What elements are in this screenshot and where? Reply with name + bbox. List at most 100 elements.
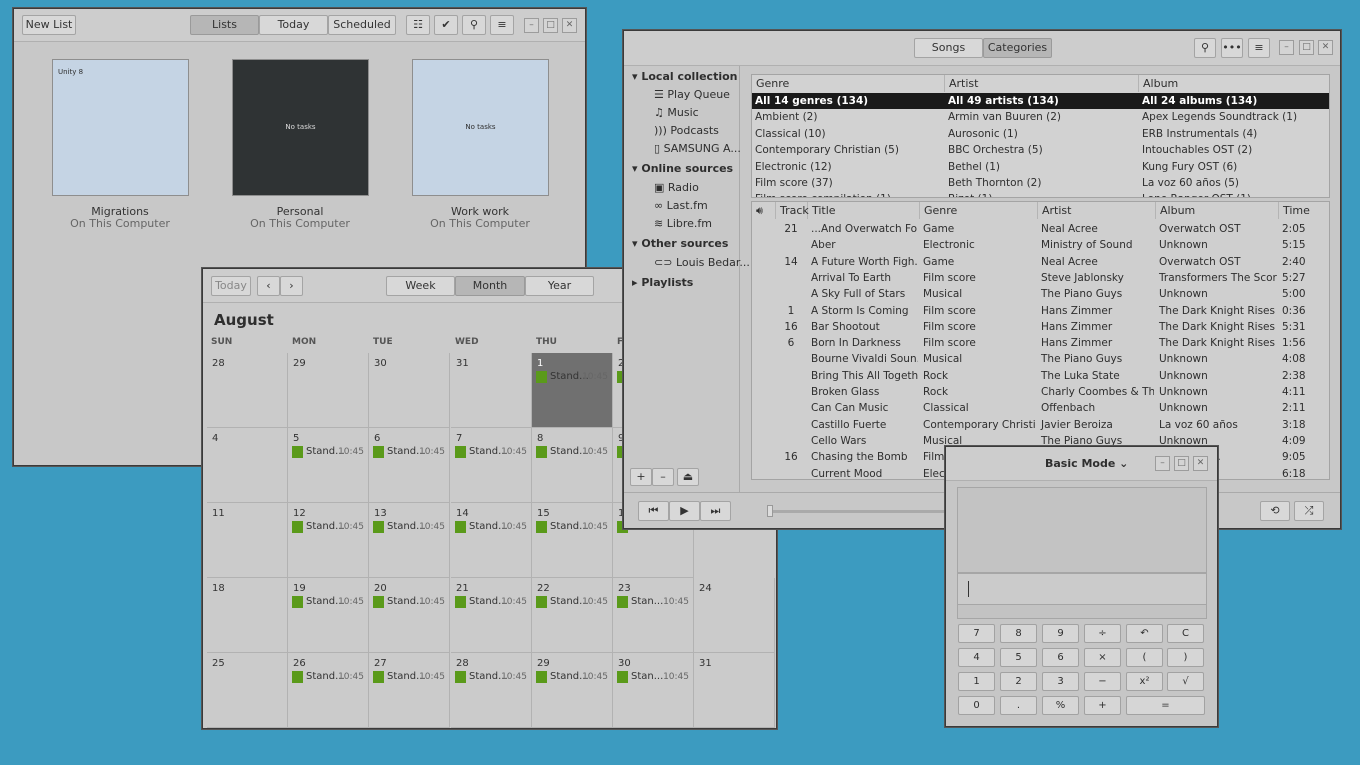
sidebar-local-collection[interactable]: ▾ Local collection bbox=[632, 70, 738, 83]
list-card-work[interactable]: No tasks bbox=[412, 59, 549, 196]
calc-key[interactable]: ↶ bbox=[1126, 624, 1163, 643]
event-chip[interactable]: Stand...10:45 bbox=[536, 521, 610, 533]
browser-item[interactable]: Aurosonic (1) bbox=[945, 126, 1139, 142]
event-chip[interactable]: Stand...10:45 bbox=[373, 671, 447, 683]
day-cell[interactable]: 24 bbox=[694, 578, 775, 653]
next-icon[interactable]: › bbox=[280, 276, 303, 296]
browser-item[interactable]: BBC Orchestra (5) bbox=[945, 142, 1139, 158]
table-row[interactable]: 14 A Future Worth Figh... Game Neal Acree Ov… bbox=[752, 254, 1329, 270]
add-icon[interactable]: + bbox=[630, 468, 652, 486]
browser-item[interactable]: Film score compilation (1) bbox=[752, 191, 945, 197]
calc-key[interactable]: 9 bbox=[1042, 624, 1079, 643]
day-cell[interactable]: 4 bbox=[207, 428, 288, 503]
volume-icon[interactable]: 🔊︎ bbox=[752, 202, 776, 219]
minimize-icon[interactable]: – bbox=[524, 18, 539, 33]
day-cell[interactable]: 13 Stand... 10:45 bbox=[369, 503, 450, 578]
header-time[interactable]: Time bbox=[1279, 202, 1329, 219]
today-button[interactable]: Today bbox=[211, 276, 251, 296]
day-cell[interactable]: 7 Stand... 10:45 bbox=[451, 428, 532, 503]
day-cell[interactable]: 6 Stand... 10:45 bbox=[369, 428, 450, 503]
browser-item[interactable]: Armin van Buuren (2) bbox=[945, 109, 1139, 125]
browser-item[interactable]: La voz 60 años (5) bbox=[1139, 175, 1329, 191]
table-row[interactable]: Broken Glass Rock Charly Coombes & Th... Un… bbox=[752, 384, 1329, 400]
minimize-icon[interactable]: – bbox=[1279, 40, 1294, 55]
calc-key[interactable]: 1 bbox=[958, 672, 995, 691]
event-chip[interactable]: Stand...10:45 bbox=[455, 596, 529, 608]
event-chip[interactable]: Stand...10:45 bbox=[292, 521, 366, 533]
table-row[interactable]: 21 ...And Overwatch Fo... Game Neal Acree Ov… bbox=[752, 221, 1329, 237]
browser-item[interactable]: Contemporary Christian (5) bbox=[752, 142, 945, 158]
tab-week[interactable]: Week bbox=[386, 276, 455, 296]
table-row[interactable]: Bourne Vivaldi Soun... Musical The Piano G… bbox=[752, 351, 1329, 367]
header-track[interactable]: Track bbox=[776, 202, 809, 219]
table-row[interactable]: Castillo Fuerte Contemporary Christian Jav… bbox=[752, 417, 1329, 433]
browser-item[interactable]: Lone Ranger OST (1) bbox=[1139, 191, 1329, 197]
expression-input[interactable] bbox=[957, 573, 1207, 605]
check-icon[interactable]: ✔ bbox=[434, 15, 458, 35]
maximize-icon[interactable]: □ bbox=[1299, 40, 1314, 55]
table-row[interactable]: Aber Electronic Ministry of Sound Unknown 5:… bbox=[752, 237, 1329, 253]
day-cell[interactable]: 5 Stand... 10:45 bbox=[288, 428, 369, 503]
tab-categories[interactable]: Categories bbox=[983, 38, 1052, 58]
day-cell[interactable]: 14 Stand... 10:45 bbox=[451, 503, 532, 578]
day-cell[interactable]: 29 Stand... 10:45 bbox=[532, 653, 613, 728]
event-chip[interactable]: Stand...10:45 bbox=[536, 596, 610, 608]
day-cell[interactable]: 19 Stand... 10:45 bbox=[288, 578, 369, 653]
tab-today[interactable]: Today bbox=[259, 15, 328, 35]
day-cell[interactable]: 29 bbox=[288, 353, 369, 428]
day-cell[interactable]: 28 Stand... 10:45 bbox=[451, 653, 532, 728]
browser-item[interactable]: Bizet (1) bbox=[945, 191, 1139, 197]
list-card-migrations[interactable]: Unity 8 bbox=[52, 59, 189, 196]
search-icon[interactable]: ⚲ bbox=[1194, 38, 1216, 58]
calc-key[interactable]: 4 bbox=[958, 648, 995, 667]
browser-item[interactable]: ERB Instrumentals (4) bbox=[1139, 126, 1329, 142]
calc-key[interactable]: ) bbox=[1167, 648, 1204, 667]
sidebar-item-music[interactable]: ♫ Music bbox=[654, 106, 699, 119]
table-row[interactable]: 16 Bar Shootout Film score Hans Zimmer The D… bbox=[752, 319, 1329, 335]
event-chip[interactable]: Stand...10:45 bbox=[536, 371, 610, 383]
header-album[interactable]: Album bbox=[1156, 202, 1279, 219]
table-row[interactable]: Can Can Music Classical Offenbach Unknown 2:… bbox=[752, 400, 1329, 416]
minimize-icon[interactable]: – bbox=[1155, 456, 1170, 471]
tab-lists[interactable]: Lists bbox=[190, 15, 259, 35]
event-chip[interactable]: Stan... 10:45 bbox=[617, 671, 691, 683]
calc-key[interactable]: 5 bbox=[1000, 648, 1037, 667]
menu-icon[interactable]: ≡ bbox=[490, 15, 514, 35]
maximize-icon[interactable]: □ bbox=[1174, 456, 1189, 471]
event-chip[interactable]: Stand...10:45 bbox=[373, 596, 447, 608]
day-cell[interactable]: 1 Stand...10:45 bbox=[532, 353, 613, 428]
more-icon[interactable]: ••• bbox=[1221, 38, 1243, 58]
day-cell[interactable]: 26 Stand... 10:45 bbox=[288, 653, 369, 728]
event-chip[interactable]: Stand...10:45 bbox=[455, 671, 529, 683]
event-chip[interactable]: Stand...10:45 bbox=[373, 521, 447, 533]
maximize-icon[interactable]: □ bbox=[543, 18, 558, 33]
header-artist[interactable]: Artist bbox=[1038, 202, 1156, 219]
list-card-personal[interactable]: No tasks bbox=[232, 59, 369, 196]
calc-key[interactable]: 7 bbox=[958, 624, 995, 643]
day-cell[interactable]: 21 Stand... 10:45 bbox=[451, 578, 532, 653]
browser-item[interactable]: Electronic (12) bbox=[752, 159, 945, 175]
table-row[interactable]: Arrival To Earth Film score Steve Jablonsk… bbox=[752, 270, 1329, 286]
calc-key[interactable]: + bbox=[1084, 696, 1121, 715]
browser-item[interactable]: Film score (37) bbox=[752, 175, 945, 191]
sidebar-online-sources[interactable]: ▾ Online sources bbox=[632, 162, 733, 175]
calc-key[interactable]: 8 bbox=[1000, 624, 1037, 643]
day-cell[interactable]: 23 Stan... 10:45 bbox=[613, 578, 694, 653]
mode-selector[interactable]: Basic Mode ⌄ bbox=[1045, 457, 1128, 470]
calc-key[interactable]: 3 bbox=[1042, 672, 1079, 691]
eject-icon[interactable]: ⏏ bbox=[677, 468, 699, 486]
calc-key[interactable]: 6 bbox=[1042, 648, 1079, 667]
header-artist[interactable]: Artist bbox=[945, 75, 1139, 92]
sidebar-playlists[interactable]: ▸ Playlists bbox=[632, 276, 693, 289]
browser-item[interactable]: Classical (10) bbox=[752, 126, 945, 142]
browser-item[interactable]: All 49 artists (134) bbox=[945, 93, 1139, 109]
header-genre[interactable]: Genre bbox=[752, 75, 945, 92]
sidebar-item-lastfm[interactable]: ∞ Last.fm bbox=[654, 199, 708, 212]
search-icon[interactable]: ⚲ bbox=[462, 15, 486, 35]
day-cell[interactable]: 30 Stan... 10:45 bbox=[613, 653, 694, 728]
tab-scheduled[interactable]: Scheduled bbox=[328, 15, 396, 35]
calc-key[interactable]: − bbox=[1084, 672, 1121, 691]
day-cell[interactable]: 27 Stand... 10:45 bbox=[369, 653, 450, 728]
browser-item[interactable]: Ambient (2) bbox=[752, 109, 945, 125]
day-cell[interactable]: 12 Stand... 10:45 bbox=[288, 503, 369, 578]
